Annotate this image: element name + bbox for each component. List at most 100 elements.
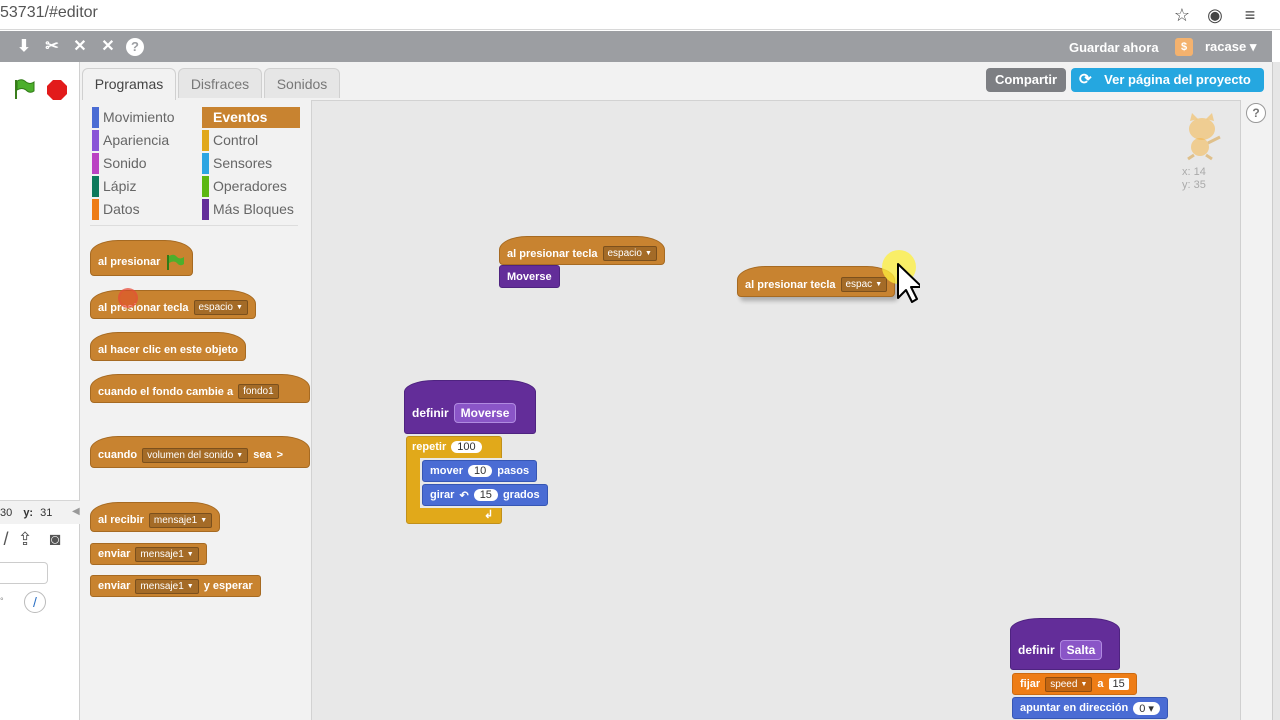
block-broadcast-and-wait[interactable]: enviar mensaje1 ▼ y esperar: [90, 575, 261, 597]
view-project-label: Ver página del proyecto: [1104, 72, 1251, 87]
move-steps-block[interactable]: mover 10 pasos: [422, 460, 538, 482]
block-when-key-pressed[interactable]: al presionar tecla espacio ▼: [90, 290, 256, 319]
block-when-sprite-clicked[interactable]: al hacer clic en este objeto: [90, 332, 247, 361]
dropdown-value: mensaje1: [140, 548, 184, 560]
dropdown-value: mensaje1: [153, 514, 198, 526]
rotate-left-icon: ↶: [459, 489, 469, 502]
sprite-name-input[interactable]: [0, 562, 48, 584]
block-text: al recibir: [98, 514, 144, 526]
value-input[interactable]: 15: [1108, 678, 1129, 690]
steps-input[interactable]: 10: [468, 465, 493, 477]
chevron-down-icon: ▼: [235, 304, 243, 311]
green-flag-icon[interactable]: [12, 78, 36, 100]
stage-panel: [0, 62, 80, 720]
backpack-icon[interactable]: $: [1175, 38, 1193, 56]
key-dropdown[interactable]: espac ▼: [840, 277, 888, 292]
block-text: fijar: [1020, 678, 1041, 690]
dropdown-value: espacio: [198, 302, 233, 313]
view-project-page-button[interactable]: ⟳ Ver página del proyecto: [1071, 68, 1264, 92]
upload-sprite-icon[interactable]: ⇪: [13, 528, 37, 550]
dragged-when-key-pressed[interactable]: al presionar tecla espac ▼: [737, 266, 896, 297]
extension-icon[interactable]: ◉: [1204, 4, 1226, 26]
share-button[interactable]: Compartir: [986, 68, 1066, 92]
category-sensores[interactable]: Sensores: [202, 153, 300, 174]
dropdown-value: espacio: [607, 248, 642, 259]
url-text[interactable]: 53731/#editor: [0, 4, 98, 22]
stop-icon[interactable]: [46, 79, 68, 101]
block-text: cuando: [98, 449, 138, 461]
y-value: 31: [40, 507, 53, 519]
category-label: Sonido: [103, 155, 147, 171]
category-mas-bloques[interactable]: Más Bloques: [202, 199, 300, 220]
block-text: definir: [412, 406, 449, 420]
set-variable-block[interactable]: fijar speed ▼ a 15: [1012, 673, 1137, 695]
camera-icon[interactable]: ◙: [43, 528, 67, 550]
block-text: repetir: [412, 441, 447, 453]
category-label: Datos: [103, 201, 140, 217]
define-salta-block[interactable]: definir Salta: [1010, 618, 1120, 670]
grow-icon[interactable]: ✕: [69, 36, 91, 58]
block-when-sensor-greater[interactable]: cuando volumen del sonido ▼ sea >: [90, 436, 310, 468]
star-icon[interactable]: ☆: [1171, 4, 1193, 26]
repeat-count-input[interactable]: 100: [451, 441, 482, 453]
message-dropdown[interactable]: mensaje1 ▼: [148, 512, 213, 528]
block-call-moverse[interactable]: Moverse: [499, 265, 560, 288]
sprite-x: x: 14: [1182, 166, 1206, 178]
sensor-dropdown[interactable]: volumen del sonido ▼: [142, 447, 249, 463]
block-text: y esperar: [203, 580, 253, 592]
direction-input[interactable]: 0 ▾: [1133, 701, 1160, 715]
block-when-flag-clicked[interactable]: al presionar: [90, 240, 194, 276]
menu-icon[interactable]: ≡: [1239, 4, 1261, 26]
script-when-key-pressed[interactable]: al presionar tecla espacio ▼: [499, 236, 665, 265]
category-movimiento[interactable]: Movimiento: [92, 107, 192, 128]
chevron-down-icon: ▼: [875, 281, 883, 288]
category-label: Control: [213, 132, 259, 148]
question-icon[interactable]: ?: [1246, 103, 1266, 123]
help-icon[interactable]: ?: [126, 38, 144, 56]
tab-disfraces[interactable]: Disfraces: [178, 68, 262, 98]
category-label: Más Bloques: [213, 201, 294, 217]
collapse-arrow-icon[interactable]: ◀: [72, 506, 80, 517]
category-label: Movimiento: [103, 109, 175, 125]
category-apariencia[interactable]: Apariencia: [92, 130, 192, 151]
block-broadcast[interactable]: enviar mensaje1 ▼: [90, 543, 207, 565]
duplicate-icon[interactable]: ⬇: [13, 36, 35, 58]
tab-programas[interactable]: Programas: [82, 68, 176, 101]
point-in-direction-block[interactable]: apuntar en dirección 0 ▾: [1012, 697, 1168, 719]
dropdown-value: speed: [1050, 678, 1078, 690]
category-lapiz[interactable]: Lápiz: [92, 176, 192, 197]
shrink-icon[interactable]: ✕: [97, 36, 119, 58]
block-text: al presionar tecla: [98, 301, 189, 314]
category-sonido[interactable]: Sonido: [92, 153, 192, 174]
save-now-button[interactable]: Guardar ahora: [1069, 40, 1159, 55]
block-when-i-receive[interactable]: al recibir mensaje1 ▼: [90, 502, 221, 532]
direction-dial-icon[interactable]: /: [24, 591, 46, 613]
delete-icon[interactable]: ✂: [41, 36, 63, 58]
variable-dropdown[interactable]: speed ▼: [1045, 676, 1093, 692]
key-dropdown[interactable]: espacio ▼: [602, 246, 657, 261]
backdrop-dropdown[interactable]: fondo1: [238, 384, 279, 399]
define-moverse-block[interactable]: definir Moverse: [404, 380, 536, 434]
category-control[interactable]: Control: [202, 130, 300, 151]
category-label: Operadores: [213, 178, 287, 194]
category-label: Sensores: [213, 155, 273, 171]
category-datos[interactable]: Datos: [92, 199, 192, 220]
editor-toolbar: ⬇ ✂ ✕ ✕ ? Guardar ahora $ racase ▾: [0, 31, 1272, 62]
turn-degrees-block[interactable]: girar ↶ 15 grados: [422, 484, 548, 506]
repeat-header: repetir 100: [406, 437, 489, 457]
category-operadores[interactable]: Operadores: [202, 176, 300, 197]
key-dropdown[interactable]: espacio ▼: [193, 300, 248, 315]
click-highlight-marker: [118, 288, 138, 308]
block-when-backdrop-switches[interactable]: cuando el fondo cambie a fondo1: [90, 374, 310, 403]
block-text: cuando el fondo cambie a: [98, 385, 234, 398]
dropdown-value: mensaje1: [140, 580, 184, 592]
green-flag-icon: [167, 254, 185, 270]
message-dropdown[interactable]: mensaje1 ▼: [135, 546, 199, 562]
message-dropdown[interactable]: mensaje1 ▼: [135, 578, 199, 594]
page-scrollbar[interactable]: [1272, 62, 1280, 720]
block-text: al presionar tecla: [745, 278, 836, 291]
degrees-input[interactable]: 15: [473, 489, 498, 501]
tab-sonidos[interactable]: Sonidos: [264, 68, 340, 98]
user-menu[interactable]: racase ▾: [1205, 39, 1256, 55]
category-eventos[interactable]: Eventos: [202, 107, 300, 128]
